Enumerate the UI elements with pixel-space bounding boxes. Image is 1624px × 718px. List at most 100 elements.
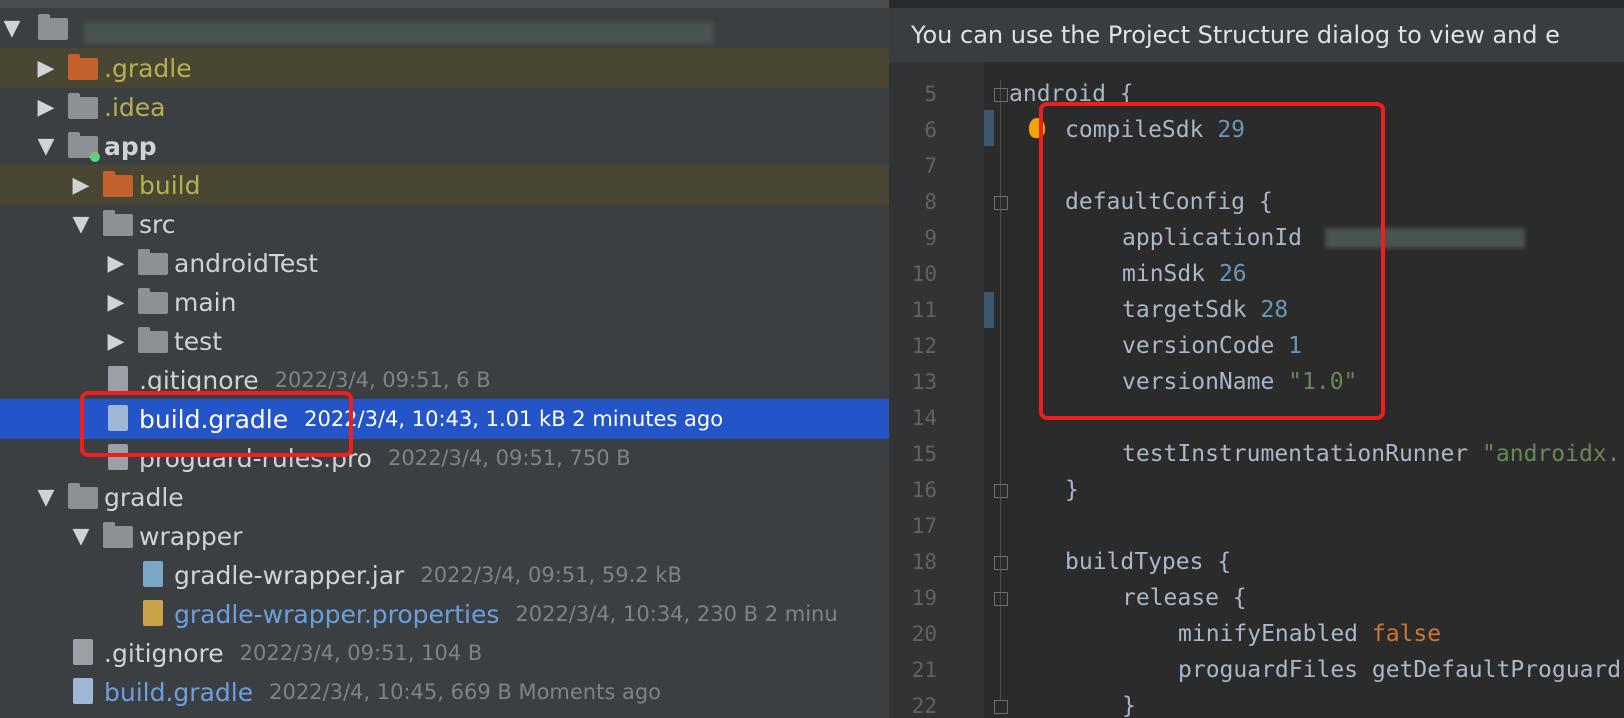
code-text: }	[1122, 693, 1136, 718]
fold-toggle-icon[interactable]	[994, 88, 1008, 102]
collapse-arrow-icon[interactable]: ▶	[34, 95, 58, 120]
code-line: 15 testInstrumentationRunner "androidx.	[889, 436, 1624, 472]
tree-row-label: .gitignore	[104, 638, 224, 668]
expand-arrow-icon[interactable]: ▼	[69, 524, 93, 549]
code-line: 17	[889, 508, 1624, 544]
tree-row-label: gradle-wrapper.properties	[174, 599, 500, 629]
line-number: 16	[911, 478, 937, 502]
fold-toggle-icon[interactable]	[994, 196, 1008, 210]
tree-row-root-build-gradle[interactable]: build.gradle 2022/3/4, 10:45, 669 B Mome…	[0, 672, 889, 712]
code-text: {	[1232, 585, 1247, 611]
line-number: 7	[924, 154, 937, 178]
gradle-file-icon	[68, 678, 98, 706]
collapse-arrow-icon[interactable]: ▶	[104, 251, 128, 276]
file-meta: 2022/3/4, 10:45, 669 B Moments ago	[269, 680, 662, 704]
line-number: 9	[924, 226, 937, 250]
line-number: 18	[911, 550, 937, 574]
module-folder-icon	[68, 132, 100, 162]
tree-row-wrapper[interactable]: ▼ wrapper	[0, 516, 889, 556]
tree-row-test[interactable]: ▶ test	[0, 321, 889, 361]
collapse-arrow-icon[interactable]: ▶	[104, 329, 128, 354]
code-text: proguardFiles getDefaultProguard	[1178, 657, 1622, 683]
tree-row-androidtest[interactable]: ▶ androidTest	[0, 243, 889, 283]
project-tree-panel: ▼ ▶ .gradle ▶ .idea ▼ app ▶ build ▼ src …	[0, 0, 889, 718]
line-number: 10	[911, 262, 937, 286]
tree-row-build[interactable]: ▶ build	[0, 165, 889, 205]
tree-row-label: androidTest	[174, 248, 319, 278]
file-meta: 2022/3/4, 10:43, 1.01 kB 2 minutes ago	[304, 407, 724, 431]
folder-icon	[103, 210, 133, 238]
highlight-box-build-gradle	[80, 391, 353, 457]
tree-row-idea[interactable]: ▶ .idea	[0, 87, 889, 127]
collapse-arrow-icon[interactable]: ▶	[104, 290, 128, 315]
fold-toggle-icon[interactable]	[994, 556, 1008, 570]
tree-row-gradle-wrapper-jar[interactable]: gradle-wrapper.jar 2022/3/4, 09:51, 59.2…	[0, 555, 889, 595]
fold-toggle-icon[interactable]	[994, 592, 1008, 606]
code-text: buildTypes	[1065, 549, 1218, 575]
file-meta: 2022/3/4, 09:51, 750 B	[387, 446, 631, 470]
tree-row-label: wrapper	[139, 521, 243, 551]
project-structure-banner[interactable]: You can use the Project Structure dialog…	[889, 8, 1624, 62]
tree-row-gradle-cache[interactable]: ▶ .gradle	[0, 48, 889, 88]
code-text: false	[1371, 621, 1442, 647]
code-line: 16 }	[889, 472, 1624, 508]
tree-row-label: .idea	[104, 92, 166, 122]
tree-row-src[interactable]: ▼ src	[0, 204, 889, 244]
tree-row-label: .gradle	[104, 53, 192, 83]
gitignore-file-icon	[68, 639, 98, 667]
code-line: 18 buildTypes {	[889, 544, 1624, 580]
panel-top-bar	[0, 0, 889, 8]
tree-row-label: src	[139, 209, 176, 239]
code-line: 22 }	[889, 688, 1624, 718]
collapse-arrow-icon[interactable]: ▶	[34, 56, 58, 81]
tree-row-label: build.gradle	[104, 677, 254, 707]
tree-row-app[interactable]: ▼ app	[0, 126, 889, 166]
line-number: 8	[924, 190, 937, 214]
file-meta: 2022/3/4, 09:51, 59.2 kB	[420, 563, 682, 587]
tree-row-gradle[interactable]: ▼ gradle	[0, 477, 889, 517]
code-line: 20 minifyEnabled false	[889, 616, 1624, 652]
expand-arrow-icon[interactable]: ▼	[69, 212, 93, 237]
code-line: 19 release {	[889, 580, 1624, 616]
line-number: 20	[911, 622, 937, 646]
project-folder-icon	[38, 14, 68, 42]
tree-row-label: main	[174, 287, 237, 317]
code-text: minifyEnabled	[1178, 621, 1372, 647]
line-number: 19	[911, 586, 937, 610]
code-text: {	[1217, 549, 1232, 575]
line-number: 6	[924, 118, 937, 142]
line-number: 15	[911, 442, 937, 466]
line-number: 22	[911, 694, 937, 718]
fold-toggle-icon[interactable]	[994, 484, 1008, 498]
redacted-project-name	[84, 22, 714, 44]
expand-arrow-icon[interactable]: ▼	[34, 485, 58, 510]
expand-arrow-icon[interactable]: ▼	[34, 134, 58, 159]
code-editor[interactable]: You can use the Project Structure dialog…	[889, 0, 1624, 718]
tree-row-label: app	[104, 131, 157, 161]
tree-row-project-root[interactable]: ▼	[0, 8, 889, 48]
folder-icon	[68, 54, 98, 82]
line-number: 14	[911, 406, 937, 430]
line-number: 17	[911, 514, 937, 538]
folder-icon	[68, 483, 98, 511]
line-number: 11	[911, 298, 937, 322]
tree-row-main[interactable]: ▶ main	[0, 282, 889, 322]
line-number: 5	[924, 82, 937, 106]
folder-icon	[138, 327, 168, 355]
collapse-arrow-icon[interactable]: ▶	[69, 173, 93, 198]
tree-row-label: test	[174, 326, 223, 356]
highlight-box-default-config	[1039, 102, 1385, 420]
file-meta: 2022/3/4, 09:51, 6 B	[274, 368, 491, 392]
tree-row-label: build	[139, 170, 201, 200]
expand-arrow-icon[interactable]: ▼	[0, 16, 24, 41]
gitignore-file-icon	[103, 366, 133, 394]
line-number: 13	[911, 370, 937, 394]
code-text: release	[1122, 585, 1233, 611]
line-number: 21	[911, 658, 937, 682]
code-text: "androidx.	[1482, 441, 1621, 467]
code-line: 21 proguardFiles getDefaultProguard	[889, 652, 1624, 688]
properties-file-icon	[138, 600, 168, 628]
tree-row-root-gitignore[interactable]: .gitignore 2022/3/4, 09:51, 104 B	[0, 633, 889, 673]
tree-row-gradle-wrapper-properties[interactable]: gradle-wrapper.properties 2022/3/4, 10:3…	[0, 594, 889, 634]
fold-toggle-icon[interactable]	[994, 700, 1008, 714]
